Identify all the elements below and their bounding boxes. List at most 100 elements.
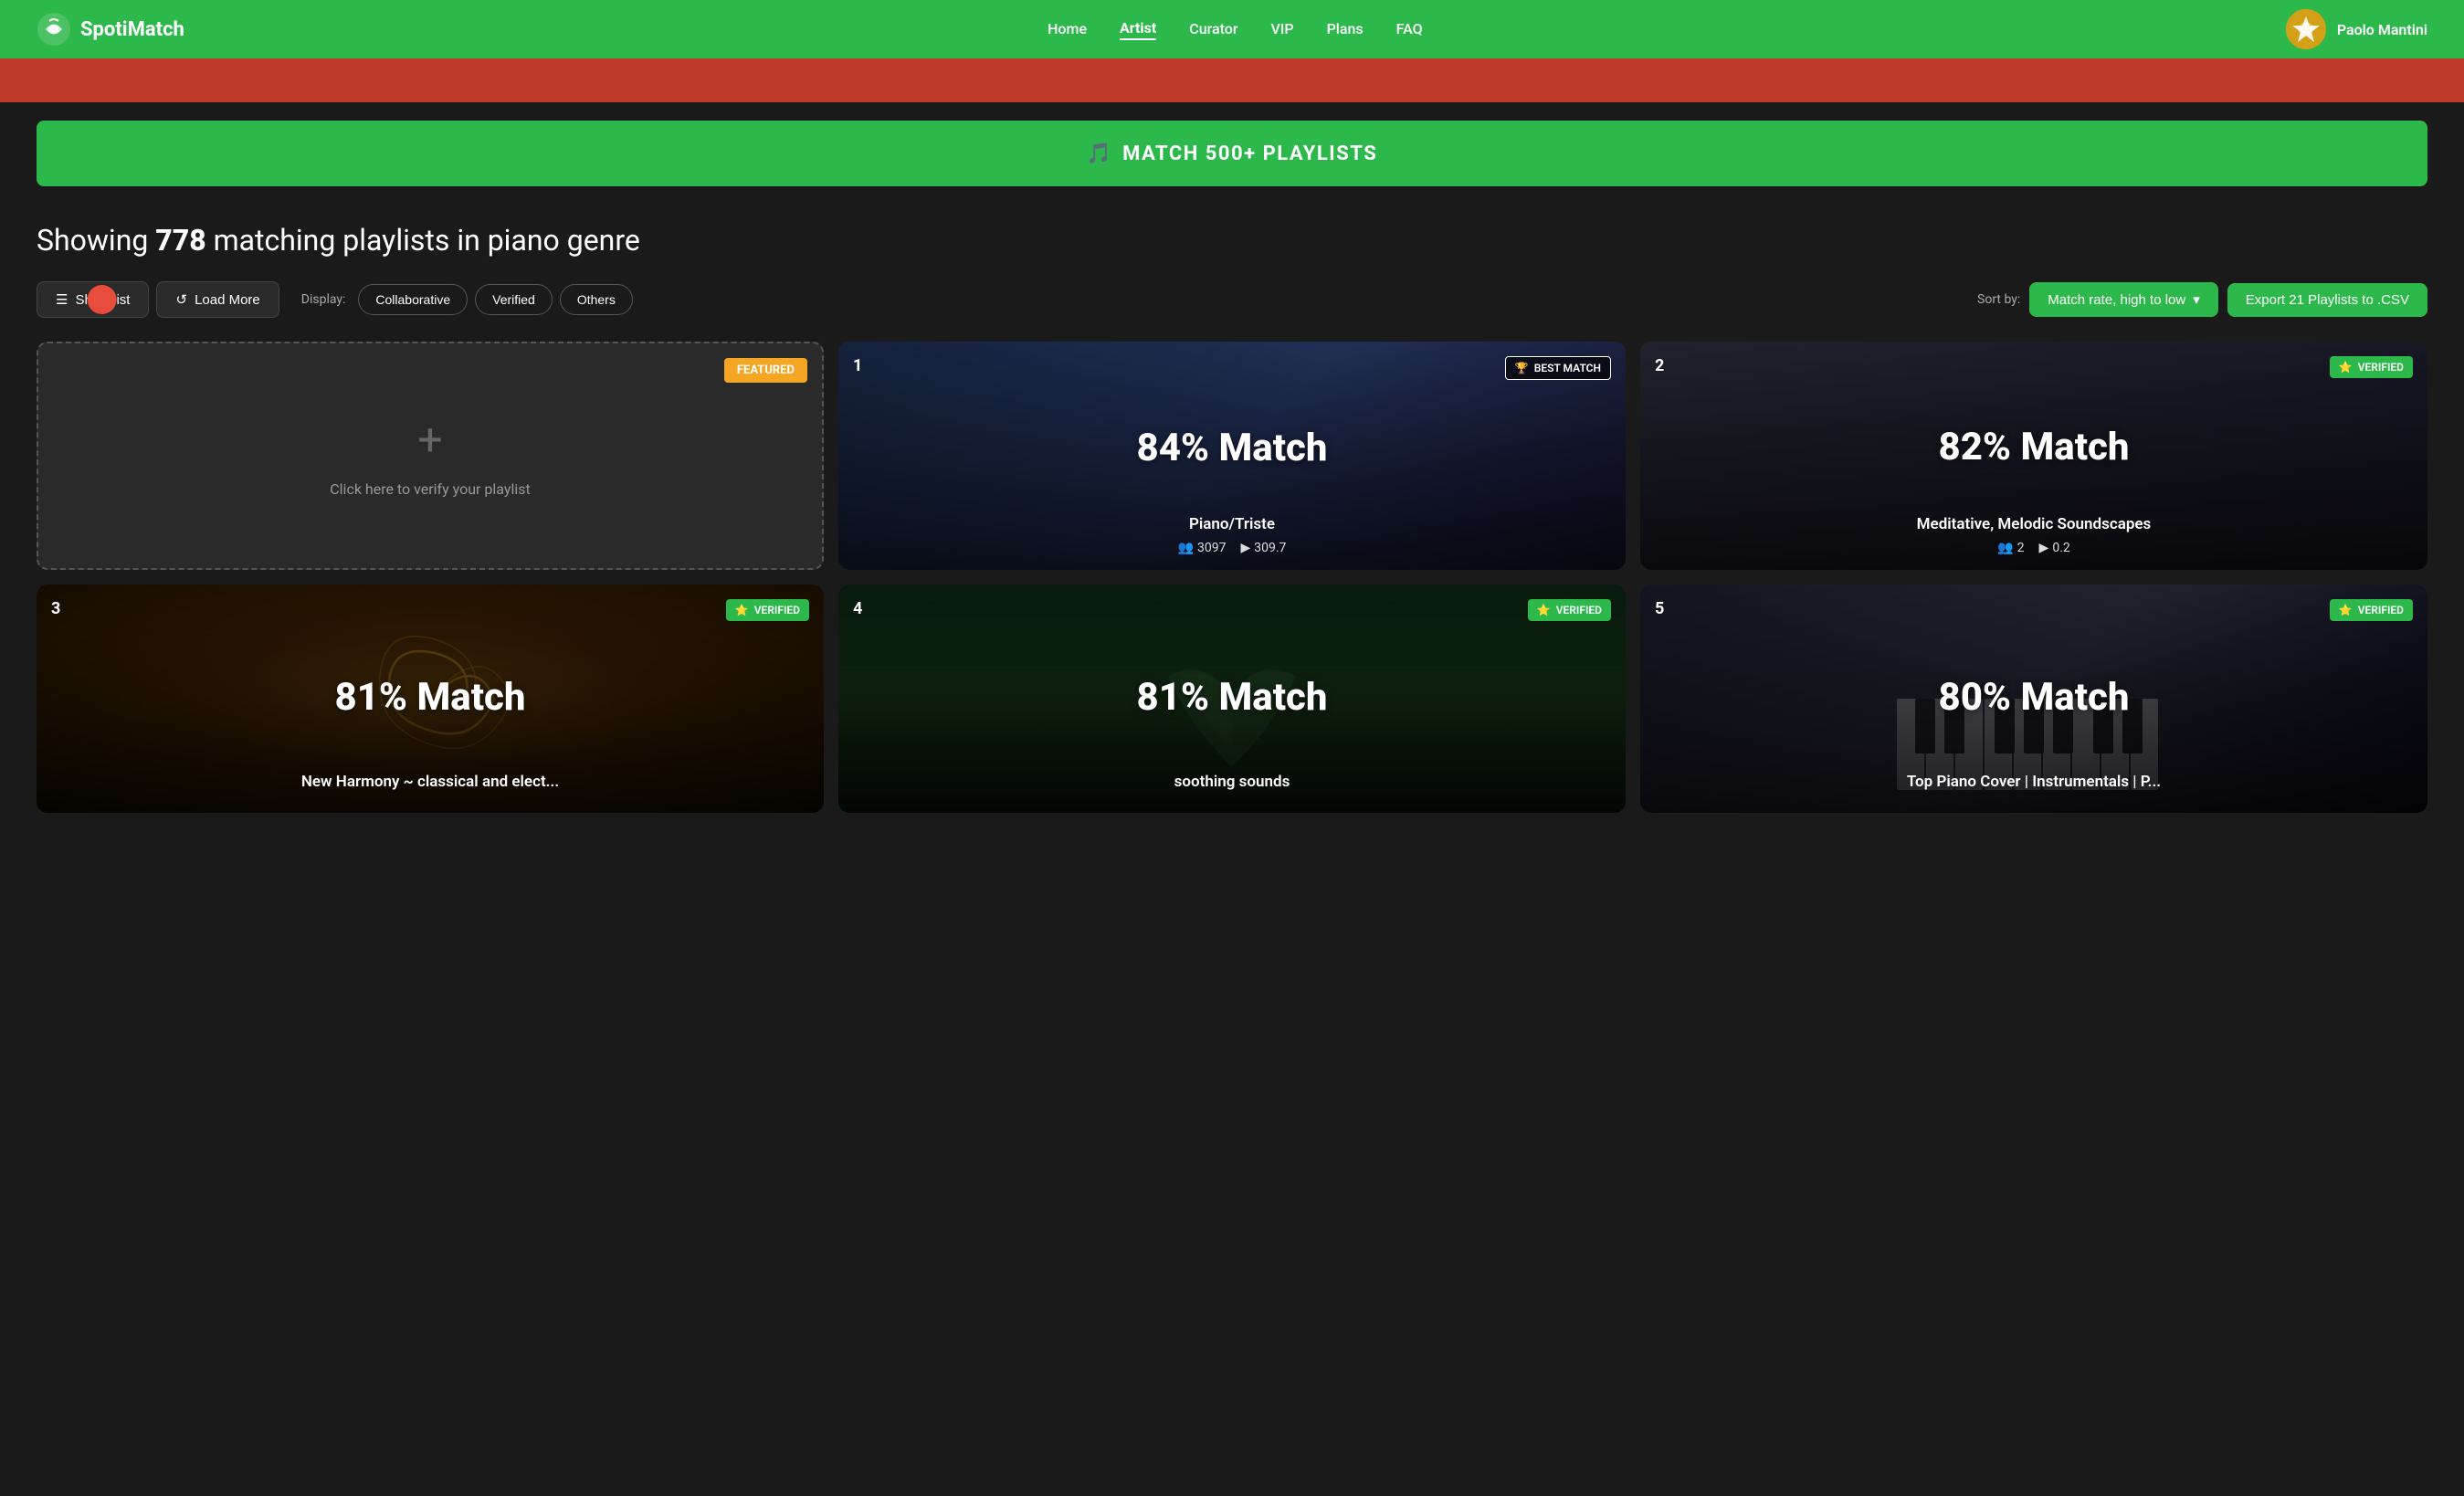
refresh-icon: ↺ xyxy=(175,291,187,308)
playlist-stats-2: 👥 2 ▶ 0.2 xyxy=(1655,541,2413,555)
match-percent-4: 81% Match xyxy=(853,675,1611,720)
followers-icon-2: 👥 xyxy=(1997,541,2013,555)
playlist-card-3[interactable]: 3 ⭐ VERIFIED 81% Match New Harmony ~ cla… xyxy=(37,585,824,813)
nav-vip[interactable]: VIP xyxy=(1271,20,1294,39)
followers-count-1: 3097 xyxy=(1197,541,1226,555)
page-title-suffix: in piano genre xyxy=(449,223,639,258)
verified-badge-2: ⭐ VERIFIED xyxy=(2330,356,2413,378)
verified-badge-5: ⭐ VERIFIED xyxy=(2330,599,2413,621)
nav-artist[interactable]: Artist xyxy=(1120,19,1156,40)
cards-grid: FEATURED + Click here to verify your pla… xyxy=(0,332,2464,822)
playlist-name-4: soothing sounds xyxy=(853,773,1611,791)
sort-value-label: Match rate, high to low xyxy=(2048,292,2185,308)
card-number-3: 3 xyxy=(51,599,60,618)
card-number-5: 5 xyxy=(1655,599,1664,618)
match-banner-icon: 🎵 xyxy=(1087,142,1111,165)
card-top-1: 1 🏆 BEST MATCH xyxy=(853,356,1611,380)
logo-text: SpotiMatch xyxy=(80,18,184,41)
playlist-card-1[interactable]: 1 🏆 BEST MATCH 84% Match Piano/Triste 👥 … xyxy=(838,342,1626,570)
playlist-card-4[interactable]: 4 ⭐ VERIFIED 81% Match soothing sounds xyxy=(838,585,1626,813)
star-icon-5: ⭐ xyxy=(2339,604,2353,616)
streams-stat-2: ▶ 0.2 xyxy=(2039,541,2070,555)
star-icon-2: ⭐ xyxy=(2339,361,2353,374)
card-middle-1: 84% Match xyxy=(853,426,1611,470)
load-more-button[interactable]: ↺ Load More xyxy=(156,281,279,318)
card-content-4: 4 ⭐ VERIFIED 81% Match soothing sounds xyxy=(838,585,1626,813)
playlist-card-5[interactable]: 5 ⭐ VERIFIED 80% Match Top Piano Cover |… xyxy=(1640,585,2427,813)
card-bottom-3: New Harmony ~ classical and elect... xyxy=(51,773,809,798)
followers-stat-1: 👥 3097 xyxy=(1178,541,1227,555)
controls-row: ☰ Show list ↺ Load More Display: Collabo… xyxy=(0,267,2464,332)
match-percent-5: 80% Match xyxy=(1655,675,2413,720)
display-label: Display: xyxy=(301,292,346,307)
match-percent-3: 81% Match xyxy=(51,675,809,720)
page-title-area: Showing 778 matching playlists in piano … xyxy=(0,205,2464,267)
page-title-prefix: Showing xyxy=(37,223,155,258)
card-top-3: 3 ⭐ VERIFIED xyxy=(51,599,809,621)
filter-collaborative[interactable]: Collaborative xyxy=(358,284,468,315)
play-icon-2: ▶ xyxy=(2039,541,2049,555)
page-title-middle: matching playlists xyxy=(206,223,450,258)
playlist-name-1: Piano/Triste xyxy=(853,515,1611,533)
card-number-1: 1 xyxy=(853,356,862,375)
card-middle-4: 81% Match xyxy=(853,675,1611,720)
playlist-name-2: Meditative, Melodic Soundscapes xyxy=(1655,515,2413,533)
streams-count-2: 0.2 xyxy=(2052,541,2069,555)
show-list-label: Show list xyxy=(75,292,130,308)
logo-icon xyxy=(37,12,71,47)
match-banner[interactable]: 🎵 MATCH 500+ PLAYLISTS xyxy=(37,121,2427,186)
sort-button[interactable]: Match rate, high to low ▾ xyxy=(2029,282,2217,317)
followers-count-2: 2 xyxy=(2017,541,2025,555)
verified-label-2: VERIFIED xyxy=(2358,361,2404,374)
export-button[interactable]: Export 21 Playlists to .CSV xyxy=(2227,283,2427,317)
verify-playlist-text: Click here to verify your playlist xyxy=(330,480,530,498)
controls-left: ☰ Show list ↺ Load More xyxy=(37,281,279,318)
main-nav: Home Artist Curator VIP Plans FAQ xyxy=(1048,19,1423,40)
streams-stat-1: ▶ 309.7 xyxy=(1240,541,1286,555)
page-title: Showing 778 matching playlists in piano … xyxy=(37,223,2427,258)
page-title-count: 778 xyxy=(155,223,205,258)
nav-home[interactable]: Home xyxy=(1048,20,1087,39)
streams-count-1: 309.7 xyxy=(1254,541,1286,555)
play-icon-1: ▶ xyxy=(1240,541,1250,555)
verified-label-5: VERIFIED xyxy=(2358,604,2404,616)
filter-others[interactable]: Others xyxy=(560,284,633,315)
nav-plans[interactable]: Plans xyxy=(1327,20,1364,39)
show-list-button[interactable]: ☰ Show list xyxy=(37,281,149,318)
card-middle-5: 80% Match xyxy=(1655,675,2413,720)
avatar[interactable] xyxy=(2286,9,2326,49)
sort-label: Sort by: xyxy=(1977,292,2020,307)
card-bottom-4: soothing sounds xyxy=(853,773,1611,798)
card-middle-2: 82% Match xyxy=(1655,425,2413,469)
star-icon-3: ⭐ xyxy=(735,604,749,616)
card-bottom-2: Meditative, Melodic Soundscapes 👥 2 ▶ 0.… xyxy=(1655,515,2413,555)
featured-card[interactable]: FEATURED + Click here to verify your pla… xyxy=(37,342,824,570)
trophy-icon: 🏆 xyxy=(1515,362,1529,374)
chevron-down-icon: ▾ xyxy=(2193,291,2200,308)
filter-verified[interactable]: Verified xyxy=(475,284,553,315)
playlist-stats-1: 👥 3097 ▶ 309.7 xyxy=(853,541,1611,555)
add-playlist-icon: + xyxy=(417,414,442,466)
card-content-1: 1 🏆 BEST MATCH 84% Match Piano/Triste 👥 … xyxy=(838,342,1626,570)
load-more-label: Load More xyxy=(195,292,260,308)
best-match-badge-1: 🏆 BEST MATCH xyxy=(1505,356,1611,380)
list-icon: ☰ xyxy=(56,291,68,308)
card-content-5: 5 ⭐ VERIFIED 80% Match Top Piano Cover |… xyxy=(1640,585,2427,813)
playlist-name-5: Top Piano Cover | Instrumentals | P... xyxy=(1655,773,2413,791)
logo-area: SpotiMatch xyxy=(37,12,184,47)
followers-icon-1: 👥 xyxy=(1178,541,1194,555)
display-section: Display: Collaborative Verified Others xyxy=(301,284,633,315)
verified-badge-4: ⭐ VERIFIED xyxy=(1528,599,1611,621)
playlist-name-3: New Harmony ~ classical and elect... xyxy=(51,773,809,791)
best-match-label: BEST MATCH xyxy=(1534,362,1601,374)
playlist-card-2[interactable]: 2 ⭐ VERIFIED 82% Match Meditative, Melod… xyxy=(1640,342,2427,570)
card-number-4: 4 xyxy=(853,599,862,618)
nav-curator[interactable]: Curator xyxy=(1189,20,1237,39)
header: SpotiMatch Home Artist Curator VIP Plans… xyxy=(0,0,2464,58)
card-content-2: 2 ⭐ VERIFIED 82% Match Meditative, Melod… xyxy=(1640,342,2427,570)
match-percent-2: 82% Match xyxy=(1655,425,2413,469)
card-bottom-1: Piano/Triste 👥 3097 ▶ 309.7 xyxy=(853,515,1611,555)
nav-faq[interactable]: FAQ xyxy=(1396,20,1423,39)
match-banner-text: MATCH 500+ PLAYLISTS xyxy=(1122,142,1377,165)
followers-stat-2: 👥 2 xyxy=(1997,541,2024,555)
